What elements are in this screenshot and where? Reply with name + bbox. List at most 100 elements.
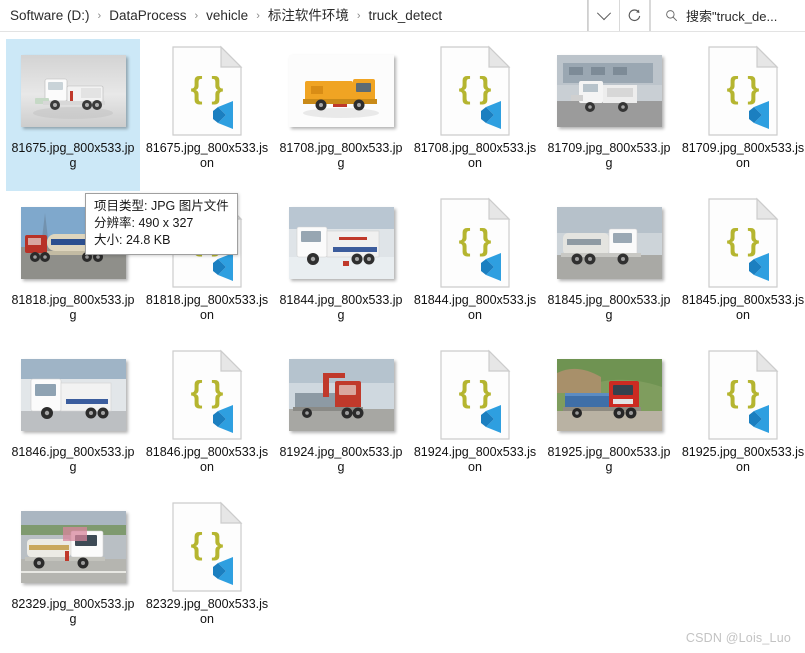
- json-file-icon: { }: [171, 349, 243, 441]
- file-name: 81846.jpg_800x533.json: [145, 445, 269, 474]
- json-file-icon: { }: [439, 349, 511, 441]
- file-item-81844-json[interactable]: { } 81844.jpg_800x533.json: [408, 191, 542, 343]
- tooltip-size: 大小: 24.8 KB: [94, 233, 171, 247]
- file-name: 81709.jpg_800x533.jpg: [547, 141, 671, 170]
- breadcrumb-item-1[interactable]: DataProcess: [109, 1, 186, 31]
- breadcrumb-separator: ›: [194, 9, 199, 22]
- thumbnail-container: { }: [147, 349, 267, 441]
- file-item-81845-json[interactable]: { } 81845.jpg_800x533.json: [676, 191, 805, 343]
- thumbnail-container: [281, 45, 401, 137]
- file-name: 81708.jpg_800x533.jpg: [279, 141, 403, 170]
- breadcrumb-item-0[interactable]: Software (D:): [10, 1, 90, 31]
- json-file-icon: { }: [439, 45, 511, 137]
- search-box[interactable]: 搜索"truck_de...: [650, 0, 805, 31]
- thumbnail-red-crane-truck-road: [288, 359, 394, 431]
- file-item-81845-jpg[interactable]: 81845.jpg_800x533.jpg: [542, 191, 676, 343]
- breadcrumb-separator: ›: [256, 9, 260, 22]
- file-name: 81924.jpg_800x533.jpg: [279, 445, 403, 474]
- thumbnail-container: { }: [147, 45, 267, 137]
- breadcrumb[interactable]: Software (D:) › DataProcess › vehicle › …: [0, 0, 588, 31]
- thumbnail-white-tanker-truck-outdoor: [556, 207, 662, 279]
- file-item-82329-jpg[interactable]: 82329.jpg_800x533.jpg: [6, 495, 140, 647]
- svg-text:{ }: { }: [727, 70, 760, 105]
- thumbnail-red-truck-blue-flatbed-hillside: [556, 359, 662, 431]
- breadcrumb-separator: ›: [356, 9, 361, 22]
- json-file-icon: { }: [707, 45, 779, 137]
- thumbnail-container: { }: [147, 501, 267, 593]
- file-grid-row: 81846.jpg_800x533.jpg { } 81846.jpg_800x…: [0, 343, 805, 495]
- json-file-icon: { }: [707, 349, 779, 441]
- file-name: 81925.jpg_800x533.jpg: [547, 445, 671, 474]
- file-name: 81818.jpg_800x533.jpg: [11, 293, 135, 322]
- breadcrumb-item-4[interactable]: truck_detect: [369, 1, 443, 31]
- chevron-down-icon: [596, 5, 612, 20]
- file-name: 81709.jpg_800x533.json: [681, 141, 805, 170]
- svg-text:{ }: { }: [459, 70, 492, 105]
- file-item-81708-jpg[interactable]: 81708.jpg_800x533.jpg: [274, 39, 408, 191]
- file-name: 81844.jpg_800x533.jpg: [279, 293, 403, 322]
- thumbnail-container: [549, 349, 669, 441]
- thumbnail-container: { }: [683, 197, 803, 289]
- thumbnail-white-fuel-tanker-truck-road: [20, 511, 126, 583]
- file-name: 81818.jpg_800x533.json: [145, 293, 269, 322]
- breadcrumb-item-3[interactable]: 标注软件环境: [268, 1, 349, 31]
- file-grid-row: 82329.jpg_800x533.jpg { } 82329.jpg_800x…: [0, 495, 805, 647]
- svg-text:{ }: { }: [191, 70, 224, 105]
- search-input[interactable]: 搜索"truck_de...: [686, 6, 777, 25]
- refresh-button[interactable]: [619, 0, 650, 31]
- file-info-tooltip: 项目类型: JPG 图片文件 分辨率: 490 x 327 大小: 24.8 K…: [85, 193, 238, 255]
- thumbnail-container: [13, 349, 133, 441]
- svg-text:{ }: { }: [191, 526, 224, 561]
- file-item-81709-jpg[interactable]: 81709.jpg_800x533.jpg: [542, 39, 676, 191]
- address-bar: Software (D:) › DataProcess › vehicle › …: [0, 0, 805, 32]
- thumbnail-white-truck-grey-building: [556, 55, 662, 127]
- file-name: 81845.jpg_800x533.json: [681, 293, 805, 322]
- file-item-81846-jpg[interactable]: 81846.jpg_800x533.jpg: [6, 343, 140, 495]
- thumbnail-container: { }: [683, 45, 803, 137]
- thumbnail-white-truck-snow-yard: [288, 207, 394, 279]
- tooltip-resolution: 分辨率: 490 x 327: [94, 216, 194, 230]
- search-icon: [666, 10, 678, 22]
- watermark: CSDN @Lois_Luo: [685, 631, 791, 645]
- svg-text:{ }: { }: [727, 222, 760, 257]
- file-name: 81675.jpg_800x533.jpg: [11, 141, 135, 170]
- thumbnail-container: [13, 501, 133, 593]
- refresh-icon: [628, 9, 641, 22]
- file-name: 81925.jpg_800x533.json: [681, 445, 805, 474]
- file-item-81924-json[interactable]: { } 81924.jpg_800x533.json: [408, 343, 542, 495]
- json-file-icon: { }: [171, 501, 243, 593]
- file-name: 81845.jpg_800x533.jpg: [547, 293, 671, 322]
- thumbnail-orange-sweeper-truck-studio: [288, 55, 394, 127]
- thumbnail-container: [549, 197, 669, 289]
- thumbnail-container: [281, 197, 401, 289]
- file-item-81925-json[interactable]: { } 81925.jpg_800x533.json: [676, 343, 805, 495]
- thumbnail-container: { }: [415, 45, 535, 137]
- file-item-81708-json[interactable]: { } 81708.jpg_800x533.json: [408, 39, 542, 191]
- json-file-icon: { }: [171, 45, 243, 137]
- file-name: 81844.jpg_800x533.json: [413, 293, 537, 322]
- tooltip-item-type: 项目类型: JPG 图片文件: [94, 199, 229, 213]
- file-item-81709-json[interactable]: { } 81709.jpg_800x533.json: [676, 39, 805, 191]
- breadcrumb-item-2[interactable]: vehicle: [206, 1, 248, 31]
- file-name: 82329.jpg_800x533.jpg: [11, 597, 135, 626]
- file-item-81844-jpg[interactable]: 81844.jpg_800x533.jpg: [274, 191, 408, 343]
- file-item-81924-jpg[interactable]: 81924.jpg_800x533.jpg: [274, 343, 408, 495]
- svg-text:{ }: { }: [459, 374, 492, 409]
- file-name: 82329.jpg_800x533.json: [145, 597, 269, 626]
- thumbnail-white-truck-showroom: [20, 359, 126, 431]
- json-file-icon: { }: [439, 197, 511, 289]
- file-item-81675-json[interactable]: { } 81675.jpg_800x533.json: [140, 39, 274, 191]
- file-item-81675-jpg[interactable]: 81675.jpg_800x533.jpg: [6, 39, 140, 191]
- thumbnail-container: { }: [415, 197, 535, 289]
- svg-text:{ }: { }: [727, 374, 760, 409]
- address-dropdown-button[interactable]: [588, 0, 619, 31]
- file-item-81925-jpg[interactable]: 81925.jpg_800x533.jpg: [542, 343, 676, 495]
- thumbnail-container: { }: [415, 349, 535, 441]
- thumbnail-container: [549, 45, 669, 137]
- thumbnail-container: [13, 45, 133, 137]
- breadcrumb-separator: ›: [97, 9, 102, 22]
- file-name: 81846.jpg_800x533.jpg: [11, 445, 135, 474]
- file-name: 81675.jpg_800x533.json: [145, 141, 269, 170]
- file-item-82329-json[interactable]: { } 82329.jpg_800x533.json: [140, 495, 274, 647]
- file-item-81846-json[interactable]: { } 81846.jpg_800x533.json: [140, 343, 274, 495]
